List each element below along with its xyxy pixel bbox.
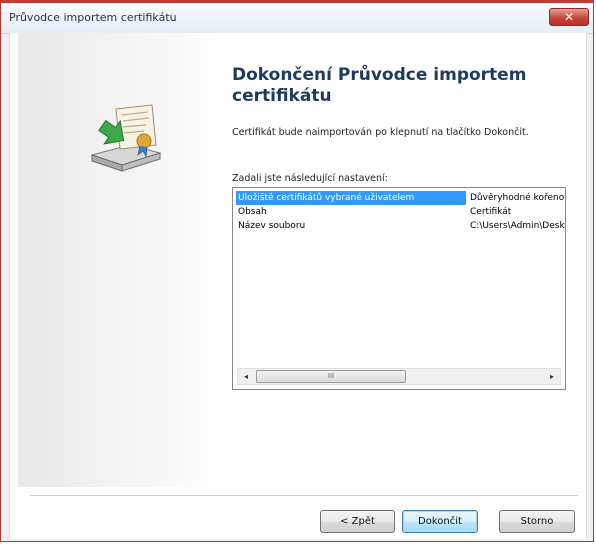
- setting-name: Název souboru: [238, 221, 306, 231]
- wizard-side-panel: [18, 33, 214, 487]
- setting-value: Důvěryhodné kořenové: [470, 193, 566, 203]
- wizard-content: Dokončení Průvodce importem certifikátu …: [9, 33, 587, 539]
- description-text: Certifikát bude naimportován po klepnutí…: [232, 127, 529, 138]
- title-bar[interactable]: Průvodce importem certifikátu ✕: [1, 3, 593, 34]
- setting-name: Uložiště certifikátů vybrané uživatelem: [236, 191, 466, 205]
- page-heading: Dokončení Průvodce importem certifikátu: [232, 65, 527, 106]
- scroll-right-icon[interactable]: ▸: [544, 369, 560, 384]
- window-title: Průvodce importem certifikátu: [9, 11, 177, 24]
- wizard-window: Průvodce importem certifikátu ✕ Dokončen: [0, 0, 594, 542]
- finish-button[interactable]: Dokončit: [402, 510, 478, 533]
- grip-icon: III: [327, 372, 335, 380]
- horizontal-scrollbar[interactable]: ◂ III ▸: [237, 368, 561, 385]
- close-button[interactable]: ✕: [549, 8, 589, 26]
- list-item[interactable]: Název souboru C:\Users\Admin\Desktop: [236, 219, 565, 233]
- settings-label: Zadali jste následující nastavení:: [232, 173, 388, 184]
- setting-name: Obsah: [238, 207, 267, 217]
- setting-value: Certifikát: [470, 207, 512, 217]
- back-button[interactable]: < Zpět: [320, 510, 395, 533]
- scroll-left-icon[interactable]: ◂: [238, 369, 254, 384]
- list-item[interactable]: Uložiště certifikátů vybrané uživatelem …: [236, 191, 566, 205]
- settings-list[interactable]: Uložiště certifikátů vybrané uživatelem …: [232, 187, 566, 390]
- list-item[interactable]: Obsah Certifikát: [236, 205, 565, 219]
- setting-value: C:\Users\Admin\Desktop: [470, 221, 565, 231]
- scroll-thumb[interactable]: III: [256, 370, 406, 383]
- close-icon: ✕: [563, 10, 575, 24]
- certificate-import-icon: [90, 104, 162, 172]
- cancel-button[interactable]: Storno: [499, 510, 575, 533]
- button-separator: [30, 495, 578, 497]
